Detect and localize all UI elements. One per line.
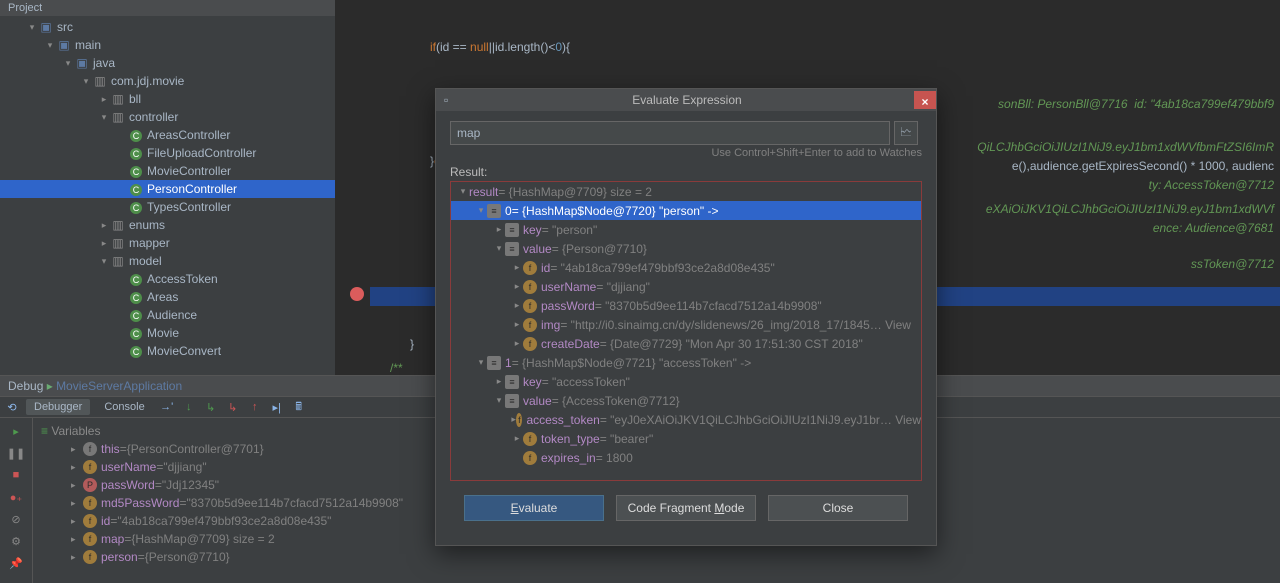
- step-over-icon[interactable]: →': [159, 399, 175, 415]
- step-out-icon[interactable]: ↑: [247, 399, 263, 415]
- tree-item[interactable]: CMovieController: [0, 162, 335, 180]
- result-row[interactable]: ▾≡value = {AccessToken@7712}: [451, 391, 921, 410]
- tree-item[interactable]: CAreasController: [0, 126, 335, 144]
- tree-item[interactable]: ▾▣main: [0, 36, 335, 54]
- tree-item[interactable]: CTypesController: [0, 198, 335, 216]
- result-row[interactable]: ▸fid = "4ab18ca799ef479bbf93ce2a8d08e435…: [451, 258, 921, 277]
- result-row[interactable]: ▸ftoken_type = "bearer": [451, 429, 921, 448]
- variable-row[interactable]: ▸fperson = {Person@7710}: [33, 548, 1280, 566]
- tree-item[interactable]: CMovieConvert: [0, 342, 335, 360]
- expression-input[interactable]: map: [450, 121, 890, 145]
- step-into-icon[interactable]: ↓: [181, 399, 197, 415]
- tree-item[interactable]: ▸▥mapper: [0, 234, 335, 252]
- step-into-icon[interactable]: ↳: [203, 399, 219, 415]
- tree-item[interactable]: ▾▣java: [0, 54, 335, 72]
- result-row[interactable]: ▸≡key = "person": [451, 220, 921, 239]
- evaluate-expression-dialog: ▫ Evaluate Expression × map🗠 Use Control…: [435, 88, 937, 546]
- result-row[interactable]: ▸fimg = "http://i0.sinaimg.cn/dy/slidene…: [451, 315, 921, 334]
- tree-item[interactable]: CMovie: [0, 324, 335, 342]
- dialog-icon: ▫: [444, 93, 460, 107]
- console-tab[interactable]: Console: [96, 399, 152, 415]
- result-row[interactable]: ▾≡1 = {HashMap$Node@7721} "accessToken" …: [451, 353, 921, 372]
- evaluate-icon[interactable]: 🖩: [291, 399, 307, 415]
- breakpoint-icon[interactable]: [350, 287, 364, 301]
- debug-sidebar: ▸ ❚❚ ■ ●₊ ⊘ ⚙ 📌: [0, 418, 33, 583]
- ghost-text: QiLCJhbGciOiJIUzI1NiJ9.eyJ1bm1xdWVfbmFtZ…: [977, 138, 1274, 157]
- result-row[interactable]: ▸fcreateDate = {Date@7729} "Mon Apr 30 1…: [451, 334, 921, 353]
- variables-header: Variables: [51, 424, 100, 438]
- tree-item[interactable]: CAccessToken: [0, 270, 335, 288]
- ghost-text: ssToken@7712: [1191, 255, 1274, 274]
- project-tree[interactable]: ▾▣src▾▣main▾▣java▾▥com.jdj.movie▸▥bll▾▥c…: [0, 16, 335, 360]
- result-row[interactable]: ▾≡value = {Person@7710}: [451, 239, 921, 258]
- tree-item[interactable]: CAudience: [0, 306, 335, 324]
- force-step-icon[interactable]: ↳: [225, 399, 241, 415]
- expression-history-icon[interactable]: 🗠: [894, 121, 918, 145]
- debug-app-name: MovieServerApplication: [56, 379, 182, 393]
- restart-icon[interactable]: ⟲: [4, 399, 20, 415]
- result-row[interactable]: fexpires_in = 1800: [451, 448, 921, 467]
- dialog-title: Evaluate Expression: [460, 93, 914, 107]
- tree-item[interactable]: ▾▣src: [0, 18, 335, 36]
- close-icon[interactable]: ×: [914, 91, 936, 109]
- result-row[interactable]: ▸fpassWord = "8370b5d9ee114b7cfacd7512a1…: [451, 296, 921, 315]
- result-row[interactable]: ▾≡0 = {HashMap$Node@7720} "person" ->: [451, 201, 921, 220]
- result-row[interactable]: ▸faccess_token = "eyJ0eXAiOiJKV1QiLCJhbG…: [451, 410, 921, 429]
- tree-item[interactable]: ▾▥model: [0, 252, 335, 270]
- pin-icon[interactable]: 📌: [7, 554, 25, 572]
- ghost-text: ty: AccessToken@7712: [1149, 176, 1274, 195]
- tree-item[interactable]: CFileUploadController: [0, 144, 335, 162]
- mute-breakpoints-icon[interactable]: ⊘: [7, 510, 25, 528]
- run-to-cursor-icon[interactable]: ▸|: [269, 399, 285, 415]
- result-row[interactable]: ▾result = {HashMap@7709} size = 2: [451, 182, 921, 201]
- hint-text: Use Control+Shift+Enter to add to Watche…: [450, 145, 922, 165]
- debugger-tab[interactable]: Debugger: [26, 399, 90, 415]
- result-row[interactable]: ▸≡key = "accessToken": [451, 372, 921, 391]
- ghost-text: e(),audience.getExpiresSecond() * 1000, …: [1012, 157, 1274, 176]
- ghost-text: sonBll: PersonBll@7716 id: "4ab18ca799ef…: [998, 95, 1274, 114]
- tree-item[interactable]: CPersonController: [0, 180, 335, 198]
- tree-item[interactable]: ▾▥com.jdj.movie: [0, 72, 335, 90]
- result-tree[interactable]: ▾result = {HashMap@7709} size = 2▾≡0 = {…: [450, 181, 922, 481]
- close-button[interactable]: Close: [768, 495, 908, 521]
- ghost-text: ence: Audience@7681: [1153, 219, 1274, 238]
- dialog-titlebar[interactable]: ▫ Evaluate Expression ×: [436, 89, 936, 111]
- result-label: Result:: [450, 165, 922, 181]
- tree-item[interactable]: ▾▥controller: [0, 108, 335, 126]
- evaluate-button[interactable]: Evaluate: [464, 495, 604, 521]
- stop-icon[interactable]: ■: [7, 466, 25, 484]
- resume-icon[interactable]: ▸: [7, 422, 25, 440]
- settings-icon[interactable]: ⚙: [7, 532, 25, 550]
- result-row[interactable]: ▸fuserName = "djjiang": [451, 277, 921, 296]
- project-title: Project: [0, 0, 335, 16]
- tree-item[interactable]: ▸▥enums: [0, 216, 335, 234]
- ghost-text: eXAiOiJKV1QiLCJhbGciOiJIUzI1NiJ9.eyJ1bm1…: [986, 200, 1274, 219]
- tree-item[interactable]: ▸▥bll: [0, 90, 335, 108]
- pause-icon[interactable]: ❚❚: [7, 444, 25, 462]
- tree-item[interactable]: CAreas: [0, 288, 335, 306]
- project-panel: Project ▾▣src▾▣main▾▣java▾▥com.jdj.movie…: [0, 0, 335, 375]
- view-breakpoints-icon[interactable]: ●₊: [7, 488, 25, 506]
- code-fragment-mode-button[interactable]: Code Fragment Mode: [616, 495, 756, 521]
